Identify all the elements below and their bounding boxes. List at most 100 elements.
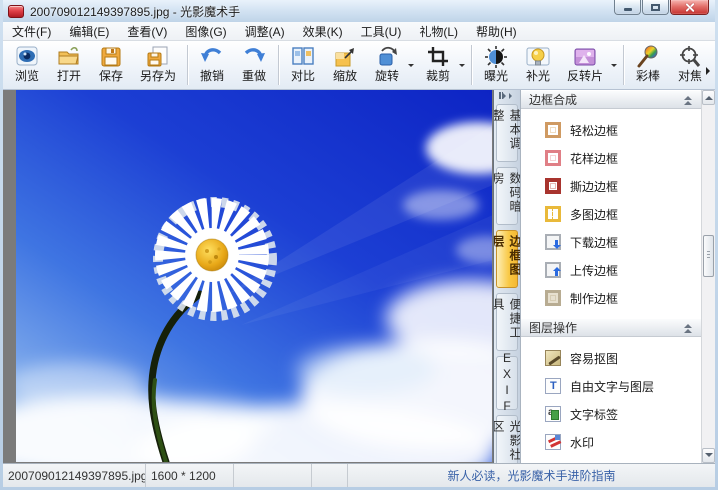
panel-item-download-frame[interactable]: 下载边框 — [521, 228, 701, 256]
text-label-icon — [545, 406, 561, 422]
undo-arrow-icon — [201, 48, 222, 62]
panel-item-easy-cutout[interactable]: 容易抠图 — [521, 344, 701, 372]
save-as-icon — [147, 46, 168, 67]
toolbar-overflow-arrow[interactable] — [706, 67, 714, 75]
tab-border-layer[interactable]: 边框图层 — [494, 230, 520, 288]
save-floppy-icon — [101, 47, 121, 67]
scrollbar-track[interactable] — [702, 105, 715, 448]
maximize-button[interactable] — [642, 0, 669, 15]
focus-button[interactable]: 对焦 — [669, 42, 711, 88]
rotate-button[interactable]: 旋转 — [366, 42, 408, 88]
tab-handy-tools[interactable]: 便捷工具 — [494, 293, 520, 351]
menu-help[interactable]: 帮助(H) — [467, 22, 526, 40]
crop-button[interactable]: 裁剪 — [417, 42, 459, 88]
status-link-cell: 新人必读，光影魔术手进阶指南 — [348, 464, 715, 487]
scroll-down-button[interactable] — [702, 448, 715, 463]
fill-light-button[interactable]: 补光 — [517, 42, 559, 88]
status-dimensions: 1600 * 1200 — [146, 464, 234, 487]
save-button[interactable]: 保存 — [90, 42, 132, 88]
status-bar: 200709012149397895.jpg 1600 * 1200 新人必读，… — [3, 463, 715, 487]
color-wand-button[interactable]: 彩棒 — [627, 42, 669, 88]
section-header-layer-ops[interactable]: 图层操作 — [521, 318, 701, 337]
resize-button[interactable]: 缩放 — [324, 42, 366, 88]
menu-file[interactable]: 文件(F) — [3, 22, 60, 40]
save-as-button[interactable]: 另存为 — [132, 42, 184, 88]
panel-item-torn-frame[interactable]: 撕边边框 — [521, 172, 701, 200]
collapse-chevron-icon[interactable] — [683, 323, 693, 333]
scroll-down-icon — [704, 453, 713, 461]
open-folder-icon — [58, 46, 79, 65]
upload-frame-icon — [545, 262, 561, 278]
easy-cutout-icon — [545, 350, 561, 366]
open-button[interactable]: 打开 — [48, 42, 90, 88]
compare-button[interactable]: 对比 — [282, 42, 324, 88]
status-cell-empty — [234, 464, 312, 487]
menu-gifts[interactable]: 礼物(L) — [410, 22, 467, 40]
canvas-area — [3, 90, 494, 463]
rotate-icon — [379, 46, 397, 66]
app-icon — [8, 4, 24, 18]
undo-button[interactable]: 撤销 — [191, 42, 233, 88]
soft-lens-button[interactable]: 柔光镜 — [711, 42, 715, 88]
panel-item-text-label[interactable]: 文字标签 — [521, 400, 701, 428]
title-bar[interactable]: 200709012149397895.jpg - 光影魔术手 — [3, 0, 715, 22]
panel-item-multi-frame[interactable]: 多图边框 — [521, 200, 701, 228]
tab-exif[interactable]: EXIF — [496, 351, 518, 415]
panel-item-doodle[interactable]: 趣味涂鸦 — [521, 456, 701, 463]
tab-basic-adjust[interactable]: 基本调整 — [494, 104, 520, 162]
section-header-border-compose[interactable]: 边框合成 — [521, 90, 701, 109]
download-frame-icon — [545, 234, 561, 250]
collapse-chevron-icon[interactable] — [683, 95, 693, 105]
negative-film-button[interactable]: 反转片 — [559, 42, 611, 88]
panel-item-make-frame[interactable]: 制作边框 — [521, 284, 701, 312]
exposure-sun-icon — [485, 46, 507, 68]
panel-collapse-button[interactable] — [497, 92, 517, 99]
crop-dropdown-arrow[interactable] — [459, 42, 468, 88]
tab-community[interactable]: 光影社区 — [494, 415, 520, 463]
browse-button[interactable]: 浏览 — [6, 42, 48, 88]
exposure-button[interactable]: 曝光 — [475, 42, 517, 88]
multi-frame-icon — [545, 206, 561, 222]
menu-view[interactable]: 查看(V) — [118, 22, 176, 40]
panel-item-watermark[interactable]: 水印 — [521, 428, 701, 456]
panel-item-free-text-layer[interactable]: 自由文字与图层 — [521, 372, 701, 400]
maximize-icon — [651, 3, 660, 11]
menu-effects[interactable]: 效果(K) — [294, 22, 352, 40]
border-layer-panel: 边框合成 轻松边框 花样边框 撕边边框 多图边框 下载边框 上传边框 制作边框 … — [520, 90, 701, 463]
redo-button[interactable]: 重做 — [233, 42, 275, 88]
panel-item-pattern-frame[interactable]: 花样边框 — [521, 144, 701, 172]
status-cell-empty — [312, 464, 348, 487]
window-title: 200709012149397895.jpg - 光影魔术手 — [30, 4, 241, 19]
toolbar-separator — [278, 45, 279, 85]
panel-scrollbar[interactable] — [701, 90, 715, 463]
menu-image[interactable]: 图像(G) — [176, 22, 235, 40]
resize-icon — [335, 48, 354, 67]
toolbar-separator — [187, 45, 188, 85]
minimize-button[interactable] — [614, 0, 641, 15]
rotate-dropdown-arrow[interactable] — [408, 42, 417, 88]
redo-arrow-icon — [244, 48, 265, 62]
status-filename: 200709012149397895.jpg — [3, 464, 146, 487]
focus-crosshair-icon — [680, 46, 701, 67]
scroll-up-button[interactable] — [702, 90, 715, 105]
photo-daisy[interactable] — [16, 90, 492, 462]
menu-adjust[interactable]: 调整(A) — [236, 22, 294, 40]
newbie-guide-link[interactable]: 新人必读，光影魔术手进阶指南 — [447, 467, 615, 484]
panel-item-easy-frame[interactable]: 轻松边框 — [521, 116, 701, 144]
color-wand-icon — [637, 45, 658, 68]
watermark-icon — [545, 434, 561, 450]
crop-icon — [428, 47, 448, 66]
make-frame-icon — [545, 290, 561, 306]
menu-tools[interactable]: 工具(U) — [352, 22, 411, 40]
scrollbar-thumb[interactable] — [703, 235, 714, 277]
free-text-layer-icon — [543, 376, 561, 394]
doodle-pencil-icon — [545, 462, 561, 463]
menu-edit[interactable]: 编辑(E) — [60, 22, 118, 40]
scroll-up-icon — [704, 92, 713, 100]
tab-digital-darkroom[interactable]: 数码暗房 — [494, 167, 520, 225]
close-icon — [684, 2, 695, 13]
close-button[interactable] — [670, 0, 709, 15]
panel-item-upload-frame[interactable]: 上传边框 — [521, 256, 701, 284]
minimize-icon — [623, 7, 632, 11]
negative-dropdown-arrow[interactable] — [611, 42, 620, 88]
